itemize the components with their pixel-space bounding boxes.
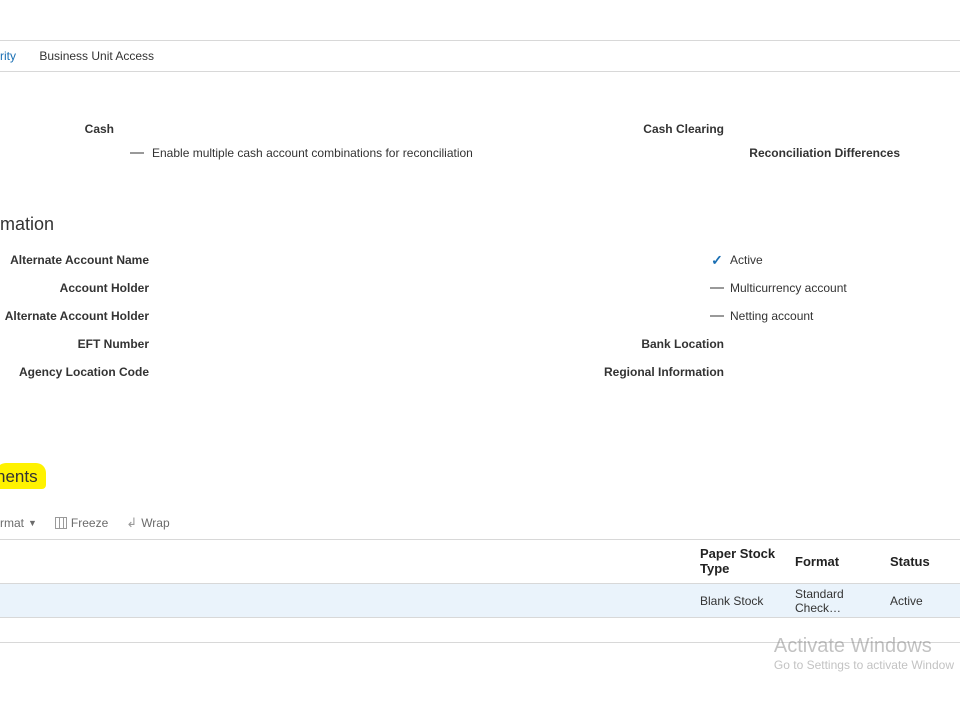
information-fields: Alternate Account Name ✓ Active Account … bbox=[0, 253, 960, 379]
format-menu[interactable]: rmat ▼ bbox=[0, 516, 37, 530]
watermark-line2: Go to Settings to activate Window bbox=[774, 658, 954, 672]
checkbox-active[interactable]: ✓ bbox=[710, 253, 724, 267]
cell-paper-stock-type: Blank Stock bbox=[700, 594, 795, 608]
col-header-paper-stock-type[interactable]: Paper Stock Type bbox=[700, 547, 795, 576]
label-active: Active bbox=[730, 253, 763, 267]
label-alt-account-name: Alternate Account Name bbox=[0, 253, 155, 267]
label-eft-number: EFT Number bbox=[0, 337, 155, 351]
payments-table: Paper Stock Type Format Status Blank Sto… bbox=[0, 539, 960, 618]
tab-highlighted-partial[interactable]: nents bbox=[0, 463, 46, 489]
wrap-icon: ↲ bbox=[126, 515, 137, 531]
cash-section: Cash Cash Clearing Enable multiple cash … bbox=[0, 82, 960, 180]
label-bank-location: Bank Location bbox=[480, 337, 730, 351]
chevron-down-icon: ▼ bbox=[28, 518, 37, 528]
section-heading-information: mation bbox=[0, 214, 960, 235]
label-cash-clearing: Cash Clearing bbox=[480, 122, 730, 136]
col-header-format[interactable]: Format bbox=[795, 554, 890, 569]
label-enable-multi-cash: Enable multiple cash account combination… bbox=[152, 146, 473, 160]
windows-activation-watermark: Activate Windows Go to Settings to activ… bbox=[774, 635, 954, 672]
tab-business-unit-access[interactable]: Business Unit Access bbox=[29, 49, 164, 63]
label-account-holder: Account Holder bbox=[0, 281, 155, 295]
wrap-label: Wrap bbox=[141, 516, 169, 530]
label-agency-location-code: Agency Location Code bbox=[0, 365, 155, 379]
cell-status: Active bbox=[890, 594, 960, 608]
tab-bar: rity Business Unit Access bbox=[0, 40, 960, 72]
table-row[interactable]: Blank Stock Standard Check… Active bbox=[0, 584, 960, 618]
tab-partial-left[interactable]: rity bbox=[0, 49, 26, 63]
table-toolbar: rmat ▼ Freeze ↲ Wrap bbox=[0, 515, 960, 531]
label-netting: Netting account bbox=[730, 309, 813, 323]
label-recon-diff: Reconciliation Differences bbox=[576, 146, 906, 160]
col-header-status[interactable]: Status bbox=[890, 554, 960, 569]
wrap-button[interactable]: ↲ Wrap bbox=[126, 515, 169, 531]
divider bbox=[0, 642, 960, 643]
watermark-line1: Activate Windows bbox=[774, 635, 954, 658]
checkbox-enable-multi-cash[interactable] bbox=[130, 152, 144, 154]
table-header-row: Paper Stock Type Format Status bbox=[0, 540, 960, 584]
label-alt-account-holder: Alternate Account Holder bbox=[0, 309, 155, 323]
freeze-icon bbox=[55, 517, 67, 529]
label-regional-information: Regional Information bbox=[480, 365, 730, 379]
format-menu-label: rmat bbox=[0, 516, 24, 530]
freeze-button[interactable]: Freeze bbox=[55, 516, 108, 530]
checkbox-netting[interactable] bbox=[710, 315, 724, 317]
label-cash: Cash bbox=[0, 122, 120, 136]
cell-format: Standard Check… bbox=[795, 587, 890, 615]
freeze-label: Freeze bbox=[71, 516, 108, 530]
label-multicurrency: Multicurrency account bbox=[730, 281, 847, 295]
checkbox-multicurrency[interactable] bbox=[710, 287, 724, 289]
